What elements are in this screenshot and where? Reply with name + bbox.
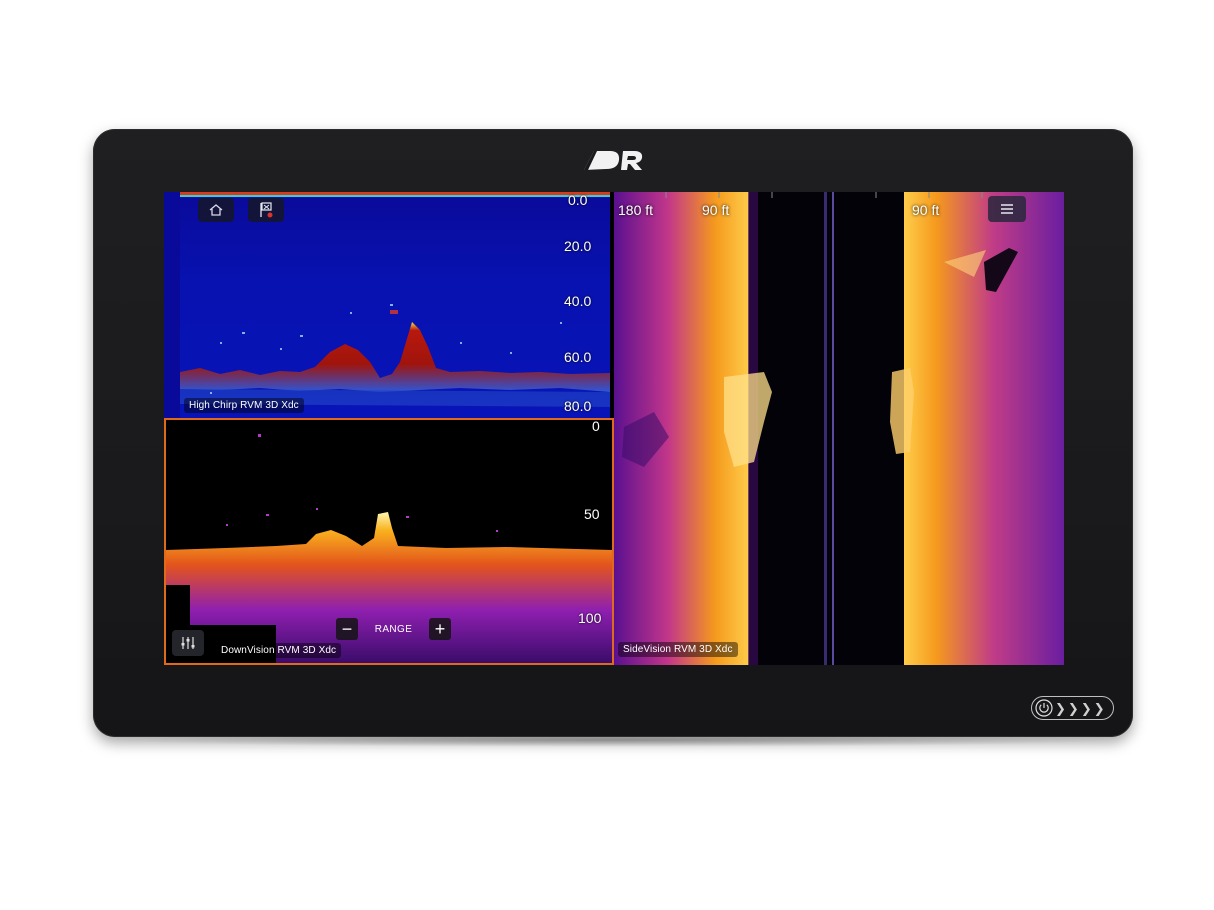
side-range-left-outer: 180 ft [618,202,654,218]
chirp-depth-20: 20.0 [564,238,592,254]
sidevision-sonar-pane[interactable]: 180 ft 90 ft 90 ft SideVision RVM 3D Xdc [614,192,1064,665]
range-control: − RANGE + [336,617,451,641]
sonar-settings-button[interactable] [172,630,204,656]
chevron-right-icon: ❯ [1055,700,1066,716]
chevron-right-icon: ❯ [1080,700,1092,716]
side-range-left-inner: 90 ft [702,202,730,218]
chirp-sonar-image [180,192,610,407]
waypoint-button[interactable] [248,198,284,222]
chartplotter-screen: 0.0 20.0 40.0 60.0 80.0 High Chirp RVM 3… [164,192,1064,665]
range-label: RANGE [374,623,413,635]
downvision-pane-label: DownVision RVM 3D Xdc [216,643,342,658]
power-icon [1035,699,1053,717]
power-swipe-control[interactable]: ❯ ❯ ❯ ❯ [1031,696,1114,720]
chirp-depth-40: 40.0 [564,293,592,309]
chirp-edge [164,192,180,418]
side-range-right: 90 ft [912,202,940,218]
chirp-depth-0: 0.0 [568,192,588,208]
downvision-sonar-pane[interactable]: 0 50 100 − RANGE + DownVision RVM 3D Xdc [164,418,614,665]
sidevision-sonar-image [614,192,1064,665]
sliders-icon [181,637,195,649]
range-zoom-out-button[interactable]: − [336,618,358,640]
home-button[interactable] [198,198,234,222]
down-depth-50: 50 [584,506,600,522]
chevron-right-icon: ❯ [1067,700,1079,716]
down-depth-0: 0 [592,418,600,434]
menu-icon [1001,204,1013,214]
chirp-depth-60: 60.0 [564,349,592,365]
brand-logo [584,151,643,170]
waypoint-flag-icon [260,202,273,218]
menu-button[interactable] [988,196,1026,222]
chirp-pane-label: High Chirp RVM 3D Xdc [184,398,304,413]
chirp-sonar-pane[interactable]: 0.0 20.0 40.0 60.0 80.0 High Chirp RVM 3… [180,192,610,418]
range-zoom-in-button[interactable]: + [429,618,451,640]
chevron-right-icon: ❯ [1093,700,1105,716]
chirp-depth-80: 80.0 [564,398,592,414]
down-depth-100: 100 [578,610,602,626]
sidevision-pane-label: SideVision RVM 3D Xdc [618,642,738,657]
home-icon [209,204,223,216]
